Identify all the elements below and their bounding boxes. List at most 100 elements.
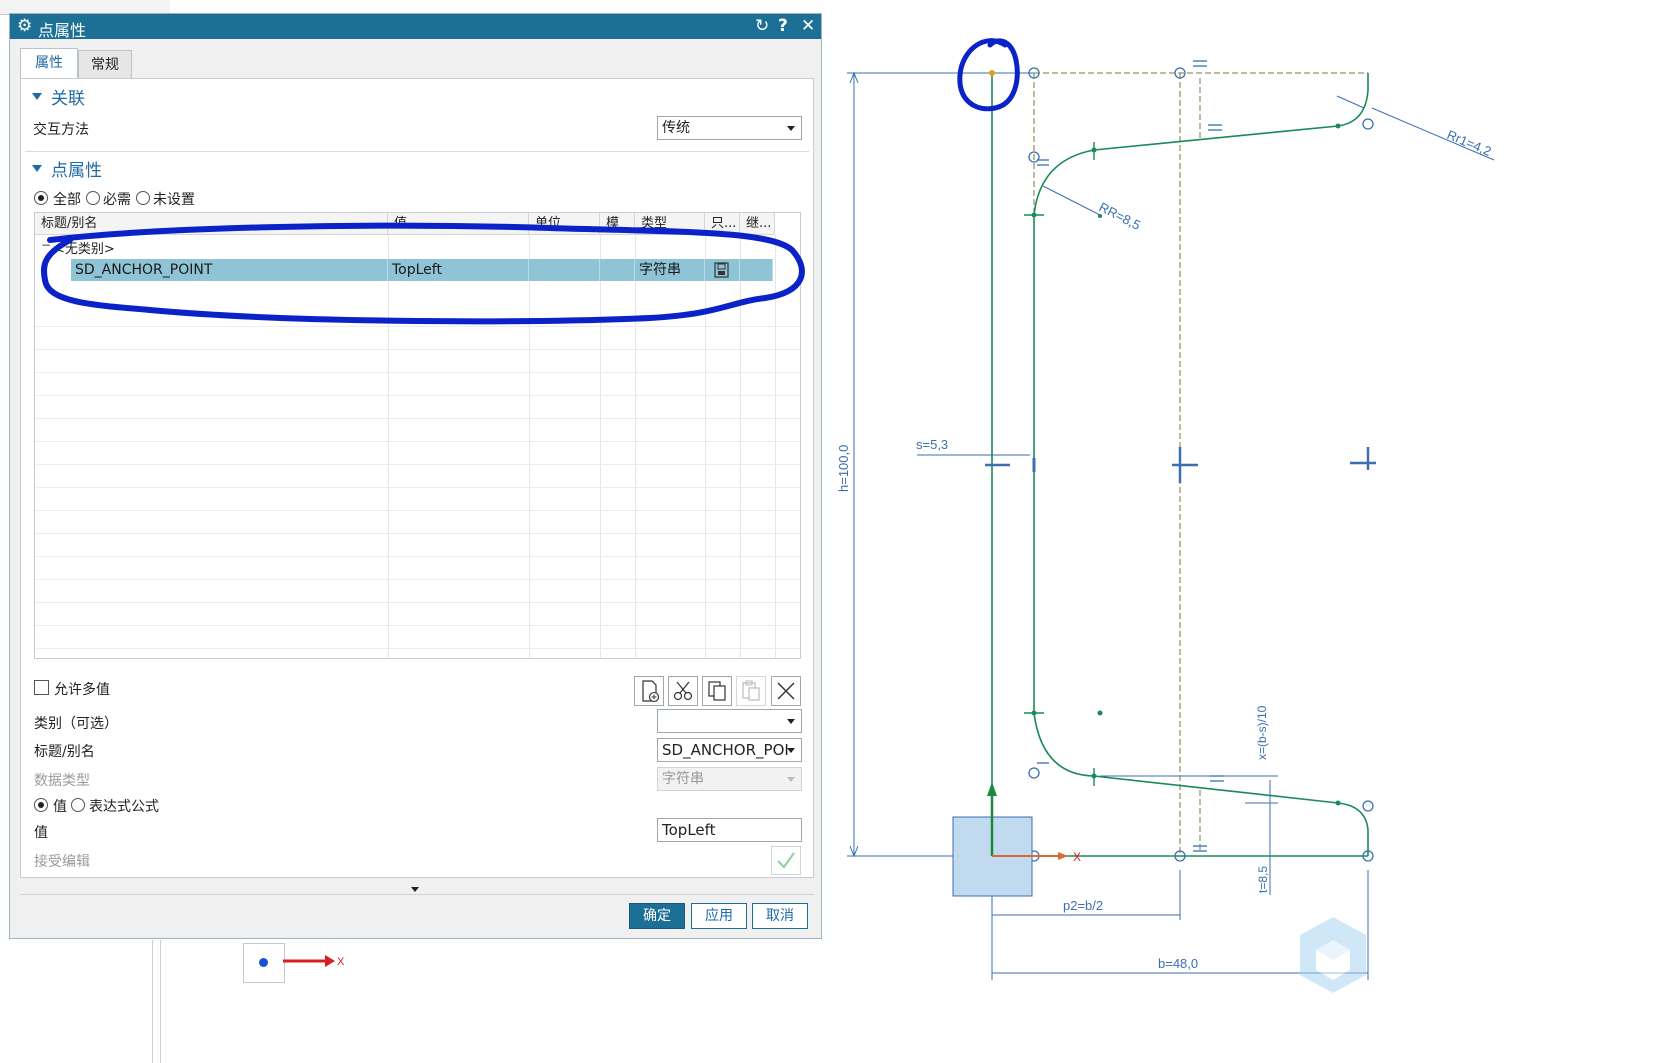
filter-unset-radio[interactable] — [136, 191, 150, 205]
copy-button[interactable] — [702, 676, 732, 706]
empty-row — [35, 511, 800, 534]
allow-multiple-label: 允许多值 — [54, 682, 110, 698]
value-label: 值 — [34, 825, 48, 841]
origin-dot — [259, 958, 268, 967]
close-icon[interactable]: ✕ — [801, 15, 815, 37]
point-attributes-dialog: ⚙ 点属性 ↻ ? ✕ 属性 常规 关联 交互方法 传统 点属性 全部 必需 未… — [9, 13, 822, 939]
data-type-value: 字符串 — [662, 771, 704, 787]
dialog-title: 点属性 — [38, 21, 87, 40]
ok-button[interactable]: 确定 — [629, 903, 685, 929]
delete-button[interactable] — [771, 676, 801, 706]
root-radius-label[interactable]: RR=8,5 — [1097, 199, 1143, 233]
title-alias-value: SD_ANCHOR_POI — [662, 741, 789, 759]
empty-row — [35, 488, 800, 511]
delete-x-icon — [777, 682, 795, 700]
data-type-dropdown: 字符串 — [657, 767, 802, 791]
category-label: 类别（可选） — [34, 716, 118, 732]
chevron-down-icon — [787, 748, 795, 753]
annotation-ellipse — [40, 222, 805, 325]
tab-attributes[interactable]: 属性 — [20, 48, 78, 78]
x-axis-arrow-icon: X — [283, 955, 345, 968]
empty-row — [35, 350, 800, 373]
gear-icon: ⚙ — [17, 16, 33, 36]
data-type-label: 数据类型 — [34, 773, 90, 789]
y-axis-arrowhead-icon — [987, 782, 997, 796]
title-alias-dropdown[interactable]: SD_ANCHOR_POI — [657, 738, 802, 762]
allow-multiple-checkbox[interactable] — [34, 680, 49, 695]
interaction-method-label: 交互方法 — [33, 122, 89, 138]
cancel-button[interactable]: 取消 — [752, 903, 808, 929]
filter-all-label: 全部 — [53, 192, 81, 208]
tab-general[interactable]: 常规 — [78, 50, 132, 78]
paste-button[interactable] — [736, 676, 766, 706]
tip-radius-label[interactable]: Rr1=4,2 — [1445, 127, 1494, 159]
x-axis-arrowhead-icon — [1058, 852, 1068, 860]
attributes-panel: 关联 交互方法 传统 点属性 全部 必需 未设置 标题/别名 值 单位 模 类型… — [20, 78, 814, 878]
flange-thickness-label[interactable]: t=8,5 — [1256, 866, 1270, 893]
preview-x-label: X — [337, 956, 345, 968]
web-thickness-label[interactable]: s=5,3 — [916, 437, 948, 452]
copy-icon — [708, 681, 726, 701]
filter-all-radio[interactable] — [34, 191, 48, 205]
new-document-icon — [642, 680, 660, 703]
footer-divider — [20, 894, 814, 895]
category-dropdown[interactable] — [657, 709, 802, 733]
empty-row — [35, 373, 800, 396]
dialog-titlebar: ⚙ 点属性 ↻ ? ✕ — [10, 14, 821, 40]
dimension-lines — [847, 71, 1495, 980]
value-mode-expression-radio[interactable] — [71, 798, 85, 812]
interaction-method-value: 传统 — [662, 120, 690, 136]
empty-row — [35, 396, 800, 419]
background-divider — [160, 940, 161, 1063]
filter-required-label: 必需 — [103, 192, 131, 208]
width-label[interactable]: b=48,0 — [1158, 956, 1198, 971]
filter-required-radio[interactable] — [86, 191, 100, 205]
reset-icon[interactable]: ↻ — [755, 15, 769, 37]
collapse-arrow-icon[interactable] — [32, 165, 42, 172]
background-divider — [152, 940, 153, 1063]
accept-edit-label: 接受编辑 — [34, 854, 90, 870]
section-association[interactable]: 关联 — [51, 84, 85, 109]
empty-row — [35, 465, 800, 488]
value-mode-value-label: 值 — [53, 799, 67, 815]
interaction-method-dropdown[interactable]: 传统 — [657, 116, 802, 140]
apply-button[interactable]: 应用 — [691, 903, 747, 929]
cube-logo-icon — [1300, 917, 1366, 993]
empty-row — [35, 557, 800, 580]
paste-icon — [742, 680, 760, 701]
construction-lines — [1033, 72, 1368, 857]
value-mode-expression-label: 表达式公式 — [89, 799, 159, 815]
empty-row — [35, 603, 800, 626]
chevron-down-icon — [787, 777, 795, 782]
annotation-circle — [957, 38, 1020, 112]
value-mode-value-radio[interactable] — [34, 798, 48, 812]
value-input-text: TopLeft — [662, 821, 716, 839]
x-axis-label: X — [1073, 850, 1081, 864]
collapse-arrow-icon[interactable] — [32, 93, 42, 100]
empty-row — [35, 419, 800, 442]
empty-row — [35, 626, 800, 649]
coordinate-preview-box — [243, 943, 285, 983]
slope-label[interactable]: x=(b-s)/10 — [1255, 705, 1269, 760]
empty-row — [35, 580, 800, 603]
empty-row — [35, 442, 800, 465]
chevron-down-icon — [787, 719, 795, 724]
new-attribute-button[interactable] — [634, 676, 664, 706]
checkmark-icon — [777, 852, 795, 869]
cut-button[interactable] — [668, 676, 698, 706]
height-dimension-label[interactable]: h=100,0 — [836, 445, 851, 492]
chevron-down-icon — [787, 126, 795, 131]
cad-sketch-canvas[interactable]: h=100,0 s=5,3 RR=8,5 Rr1=4,2 x=(b-s)/10 … — [830, 0, 1653, 1063]
section-divider — [25, 151, 809, 152]
title-alias-label: 标题/别名 — [34, 744, 95, 760]
expand-arrow-icon[interactable] — [411, 887, 419, 892]
position-label[interactable]: p2=b/2 — [1063, 898, 1103, 913]
section-point-attributes[interactable]: 点属性 — [51, 156, 102, 181]
anchor-point-marker[interactable] — [989, 70, 995, 76]
scissors-icon — [673, 681, 693, 701]
help-icon[interactable]: ? — [778, 15, 788, 37]
filter-unset-label: 未设置 — [153, 192, 195, 208]
value-input[interactable]: TopLeft — [657, 818, 802, 842]
accept-edit-button[interactable] — [771, 846, 801, 875]
empty-row — [35, 534, 800, 557]
